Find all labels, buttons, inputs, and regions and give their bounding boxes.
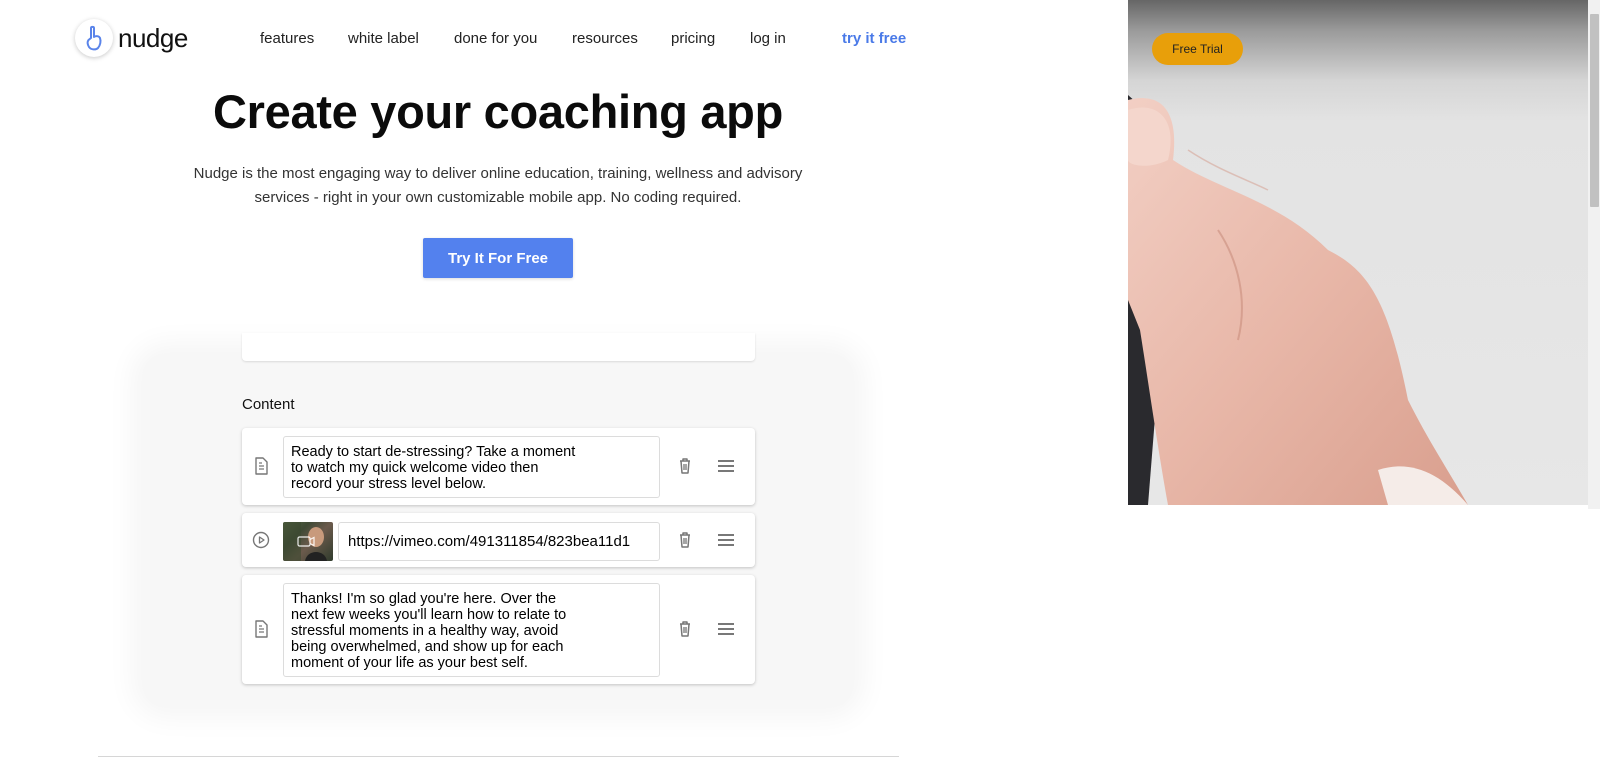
hero-subtitle-line-2: services - right in your own customizabl… — [254, 189, 742, 206]
hero-subtitle-line-1: Nudge is the most engaging way to delive… — [193, 165, 803, 182]
nav-pricing[interactable]: pricing — [671, 30, 715, 47]
nav-log-in[interactable]: log in — [750, 30, 786, 47]
nav-try-it-free[interactable]: try it free — [842, 30, 906, 47]
section-divider — [98, 756, 899, 757]
content-section-label: Content — [242, 396, 295, 413]
hand-holding-phone-image — [1128, 0, 1590, 505]
nudge-logo[interactable]: nudge — [75, 19, 188, 57]
pointing-hand-icon — [75, 19, 113, 57]
try-it-for-free-button[interactable]: Try It For Free — [423, 238, 573, 278]
document-icon — [251, 619, 271, 639]
content-item-video: https://vimeo.com/491311854/823bea11d1 — [242, 513, 755, 567]
trash-icon[interactable] — [675, 456, 695, 476]
video-thumbnail[interactable] — [283, 522, 333, 561]
nav-white-label[interactable]: white label — [348, 30, 419, 47]
text-item-field[interactable]: Ready to start de-stressing? Take a mome… — [283, 436, 660, 498]
document-icon — [251, 456, 271, 476]
text-item-field[interactable]: Thanks! I'm so glad you're here. Over th… — [283, 583, 660, 677]
free-trial-button[interactable]: Free Trial — [1152, 33, 1243, 65]
content-item-text-1: Ready to start de-stressing? Take a mome… — [242, 428, 755, 505]
drag-handle-icon[interactable] — [715, 456, 737, 476]
trash-icon[interactable] — [675, 619, 695, 639]
scrollbar-thumb[interactable] — [1590, 14, 1599, 207]
drag-handle-icon[interactable] — [715, 530, 737, 550]
drag-handle-icon[interactable] — [715, 619, 737, 639]
previous-card-edge — [242, 333, 755, 361]
nav-features[interactable]: features — [260, 30, 314, 47]
play-circle-icon — [251, 530, 271, 550]
nav-resources[interactable]: resources — [572, 30, 638, 47]
hero-subtitle: Nudge is the most engaging way to delive… — [180, 162, 816, 210]
trash-icon[interactable] — [675, 530, 695, 550]
hero-title: Create your coaching app — [213, 85, 783, 138]
brand-name: nudge — [118, 22, 188, 53]
video-url-field[interactable]: https://vimeo.com/491311854/823bea11d1 — [338, 522, 660, 561]
content-item-text-2: Thanks! I'm so glad you're here. Over th… — [242, 575, 755, 684]
nav-done-for-you[interactable]: done for you — [454, 30, 537, 47]
